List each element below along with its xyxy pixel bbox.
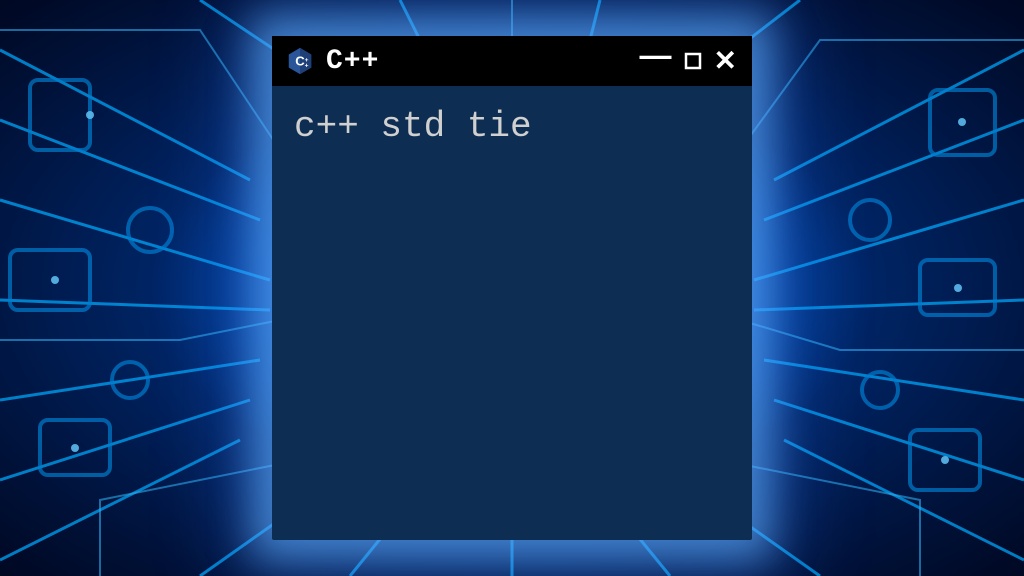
maximize-button[interactable] bbox=[681, 50, 705, 72]
window-controls: — ✕ bbox=[637, 45, 740, 77]
titlebar[interactable]: C + + C++ — ✕ bbox=[272, 36, 752, 86]
terminal-window: C + + C++ — ✕ c++ std tie bbox=[272, 36, 752, 540]
window-title: C++ bbox=[326, 46, 627, 77]
content-text: c++ std tie bbox=[294, 106, 532, 147]
terminal-content[interactable]: c++ std tie bbox=[272, 86, 752, 167]
minimize-button[interactable]: — bbox=[637, 37, 675, 73]
cpp-logo-icon: C + + bbox=[284, 45, 316, 77]
svg-text:+: + bbox=[305, 63, 309, 70]
close-button[interactable]: ✕ bbox=[711, 45, 740, 77]
